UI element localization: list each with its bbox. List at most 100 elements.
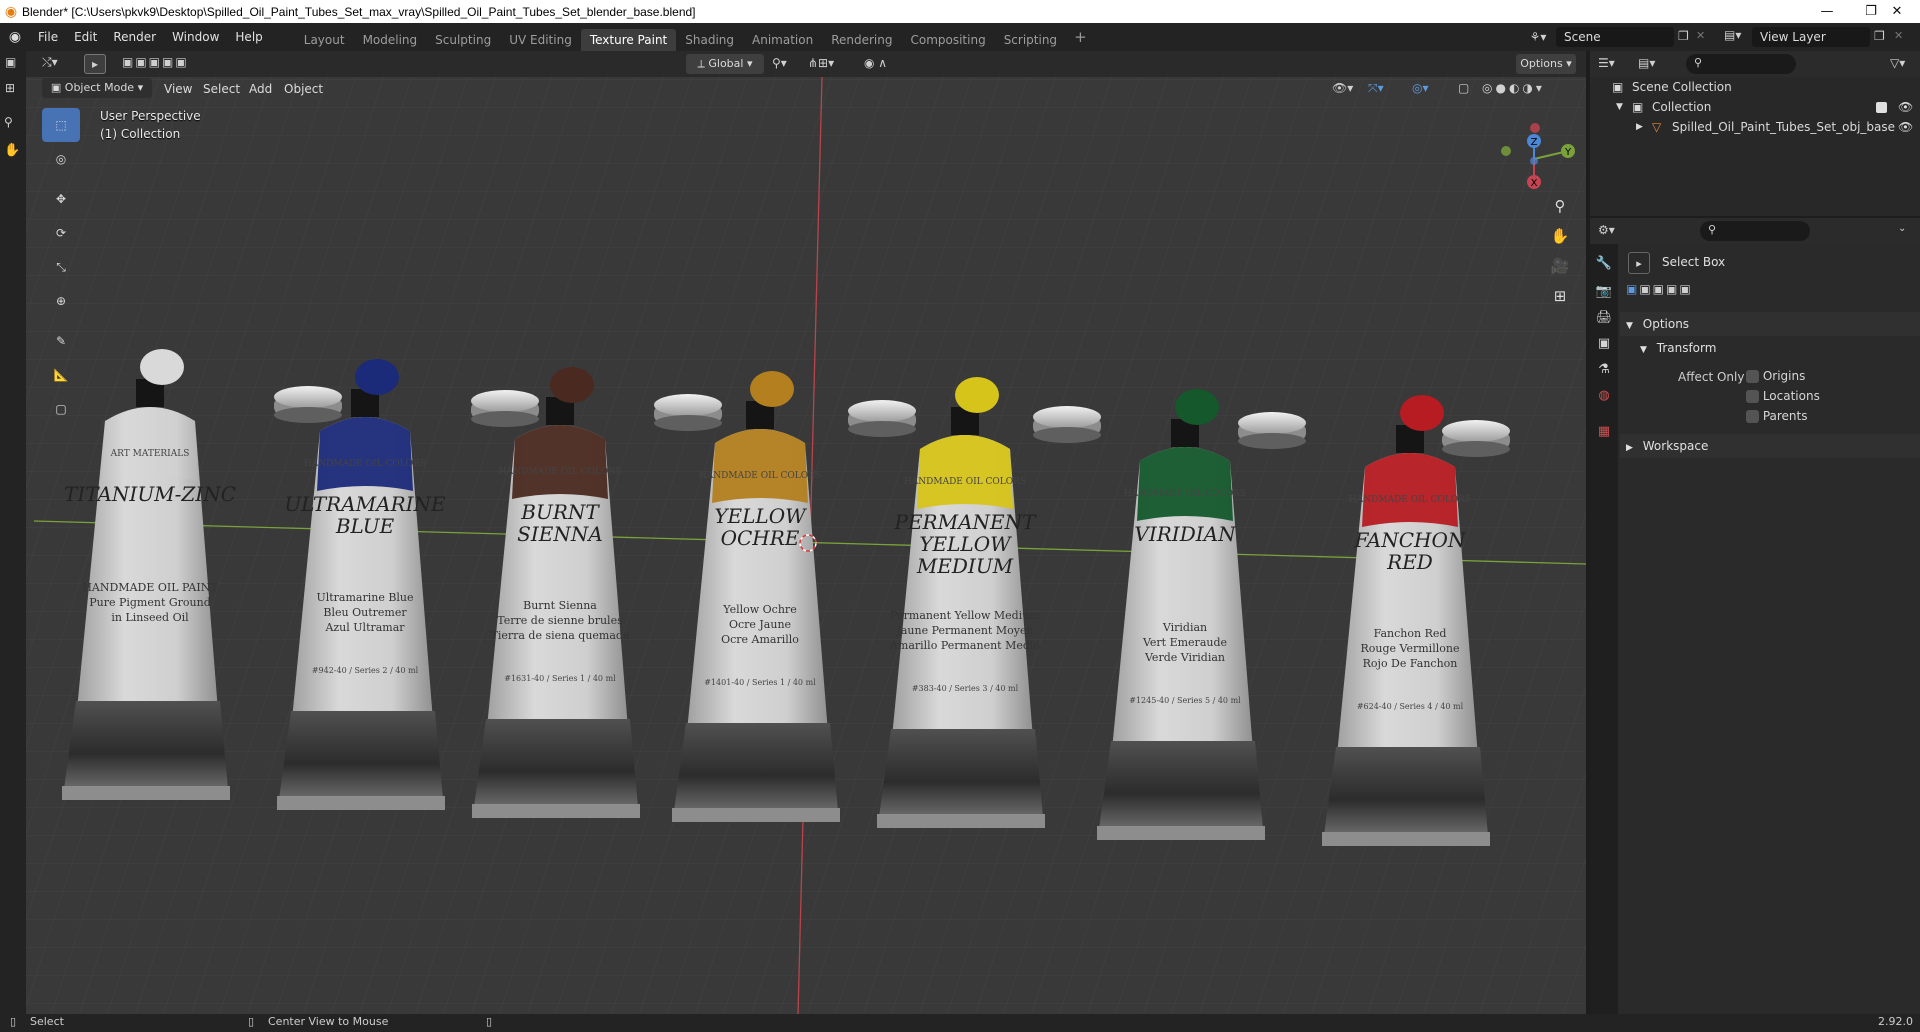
overlays-icon[interactable]: ◎▾ <box>1412 81 1429 95</box>
tube-color-band <box>712 429 808 503</box>
add-cube-tool-icon[interactable]: ▢ <box>42 392 80 426</box>
outliner-editor-icon[interactable]: ☰▾ <box>1598 56 1615 70</box>
tab-scripting[interactable]: Scripting <box>995 29 1066 51</box>
selection-mode-icons[interactable]: ▣▣▣▣▣ <box>122 55 189 69</box>
transform-orientation-dropdown[interactable]: ⟂ Global ▾ <box>686 54 764 74</box>
menu-render[interactable]: Render <box>105 23 164 51</box>
menu-window[interactable]: Window <box>164 23 227 51</box>
measure-tool-icon[interactable]: 📐 <box>42 358 80 392</box>
scale-tool-icon[interactable]: ⤡ <box>42 250 80 284</box>
view-layer-tab-icon[interactable]: ▣ <box>1594 332 1614 354</box>
menu-file[interactable]: File <box>30 23 66 51</box>
expand-object-icon[interactable]: ▶ <box>1636 117 1643 137</box>
annotate-tool-icon[interactable]: ✎ <box>42 324 80 358</box>
locations-checkbox[interactable] <box>1746 390 1759 403</box>
properties-search-input[interactable]: ⚲ <box>1700 221 1810 241</box>
scene-selector-icon[interactable]: ⚘▾ <box>1524 28 1552 46</box>
parents-checkbox[interactable] <box>1746 410 1759 423</box>
menu-help[interactable]: Help <box>227 23 270 51</box>
tube-code-label: #1245-40 / Series 5 / 40 ml <box>1129 696 1241 705</box>
render-tab-icon[interactable]: 📷 <box>1594 280 1614 302</box>
select-box-tool-icon[interactable]: ⬚ <box>42 108 80 142</box>
view-layer-icon[interactable]: ▤▾ <box>1724 28 1741 42</box>
outliner-row-object[interactable]: ▶ ▽ Spilled_Oil_Paint_Tubes_Set_obj_base… <box>1590 117 1920 137</box>
add-workspace-icon[interactable]: + <box>1066 28 1095 46</box>
transform-tool-icon[interactable]: ⊕ <box>42 284 80 318</box>
zoom-strip-icon[interactable]: ⚲ <box>4 115 13 129</box>
world-tab-icon[interactable]: ◍ <box>1594 384 1614 406</box>
ortho-grid-icon[interactable]: ⊞ <box>1546 282 1574 310</box>
move-tool-icon[interactable]: ✥ <box>42 182 80 216</box>
xray-icon[interactable]: ▢ <box>1458 81 1469 95</box>
workspace-panel-header[interactable]: ▶ Workspace <box>1620 434 1920 458</box>
collection-checkbox[interactable] <box>1876 102 1887 113</box>
object-menu[interactable]: Object <box>284 79 323 99</box>
delete-scene-icon[interactable]: ✕ <box>1696 29 1705 42</box>
properties-editor-icon[interactable]: ⚙▾ <box>1598 223 1615 237</box>
shading-mode-icons[interactable]: ◎●◐◑▾ <box>1482 81 1545 95</box>
blender-menu-icon[interactable]: ◉ <box>0 29 30 45</box>
proportional-edit-icon[interactable]: ◉ ∧ <box>864 56 887 70</box>
object-visibility-icon[interactable]: 👁 <box>1898 117 1913 137</box>
options-panel-header[interactable]: ▼ Options <box>1620 312 1920 336</box>
scene-tab-icon[interactable]: ⚗ <box>1594 358 1614 380</box>
scene-name-field[interactable]: Scene <box>1556 27 1674 47</box>
close-button[interactable]: ✕ <box>1874 0 1920 23</box>
tab-animation[interactable]: Animation <box>743 29 822 51</box>
collection-visibility-icon[interactable]: 👁 <box>1898 97 1913 117</box>
cursor-tool-icon[interactable]: ◎ <box>42 142 80 176</box>
navigation-gizmo[interactable]: Y Z X <box>1486 111 1576 201</box>
options-dropdown[interactable]: Options ▾ <box>1516 54 1576 74</box>
properties-options-icon[interactable]: ⌄ <box>1898 223 1906 234</box>
origins-checkbox[interactable] <box>1746 370 1759 383</box>
paint-blob <box>750 371 794 407</box>
tab-rendering[interactable]: Rendering <box>822 29 901 51</box>
menu-edit[interactable]: Edit <box>66 23 105 51</box>
tab-uv-editing[interactable]: UV Editing <box>500 29 581 51</box>
tab-texture-paint[interactable]: Texture Paint <box>580 29 677 51</box>
add-menu[interactable]: Add <box>249 79 272 99</box>
viewport-scene: TITANIUM-ZINC ART MATERIALS HANDMADE OIL P… <box>0 51 1586 1014</box>
select-mode-buttons[interactable]: ▣▣▣▣▣ <box>1626 282 1693 296</box>
transform-subpanel-header[interactable]: ▼ Transform <box>1620 336 1920 360</box>
display-mode-icon[interactable]: ▤▾ <box>1638 56 1655 70</box>
editor-icon[interactable]: ▣ <box>5 55 16 69</box>
tool-settings-icon[interactable]: ⤭▾ <box>42 55 58 70</box>
pan-hand-icon[interactable]: ✋ <box>1546 222 1574 250</box>
filter-icon[interactable]: ▽▾ <box>1890 56 1905 70</box>
delete-view-layer-icon[interactable]: ✕ <box>1894 29 1903 42</box>
locations-checkbox-row[interactable]: Locations <box>1746 389 1820 403</box>
view-menu[interactable]: View <box>164 79 192 99</box>
outliner-row-collection[interactable]: ▼ ▣ Collection 👁 <box>1590 97 1920 117</box>
tool-tab-icon[interactable]: 🔧 <box>1594 252 1614 274</box>
output-tab-icon[interactable]: 🖨 <box>1594 306 1614 328</box>
tab-sculpting[interactable]: Sculpting <box>426 29 500 51</box>
3d-viewport[interactable]: TITANIUM-ZINC ART MATERIALS HANDMADE OIL P… <box>0 51 1586 1014</box>
expand-collection-icon[interactable]: ▼ <box>1616 97 1623 117</box>
select-menu[interactable]: Select <box>203 79 240 99</box>
outliner-row-scene-collection[interactable]: ▣ Scene Collection <box>1590 77 1920 97</box>
tab-modeling[interactable]: Modeling <box>354 29 427 51</box>
visibility-icon[interactable]: 👁▾ <box>1332 81 1353 95</box>
tab-compositing[interactable]: Compositing <box>901 29 994 51</box>
rotate-tool-icon[interactable]: ⟳ <box>42 216 80 250</box>
texture-tab-icon[interactable]: ▦ <box>1594 420 1614 442</box>
new-view-layer-icon[interactable]: ❐ <box>1874 29 1885 43</box>
parents-checkbox-row[interactable]: Parents <box>1746 409 1808 423</box>
view-layer-field[interactable]: View Layer <box>1752 27 1870 47</box>
mode-dropdown[interactable]: ▣ Object Mode ▾ <box>42 78 152 98</box>
grid-toggle-icon[interactable]: ⊞ <box>5 81 15 95</box>
origins-checkbox-row[interactable]: Origins <box>1746 369 1805 383</box>
new-scene-icon[interactable]: ❐ <box>1678 29 1689 43</box>
snap-icon[interactable]: ⋔⊞▾ <box>808 56 834 70</box>
camera-view-icon[interactable]: 🎥 <box>1546 252 1574 280</box>
select-tool-icon[interactable]: ▸ <box>84 54 106 74</box>
pivot-point-icon[interactable]: ⚲▾ <box>772 56 787 70</box>
outliner-search-input[interactable]: ⚲ <box>1686 54 1796 74</box>
hand-strip-icon[interactable]: ✋ <box>4 143 20 158</box>
tab-layout[interactable]: Layout <box>295 29 354 51</box>
paint-blob <box>955 377 999 413</box>
tab-shading[interactable]: Shading <box>676 29 743 51</box>
gizmo-icon[interactable]: ⤧▾ <box>1368 81 1384 96</box>
zoom-icon[interactable]: ⚲ <box>1546 192 1574 220</box>
